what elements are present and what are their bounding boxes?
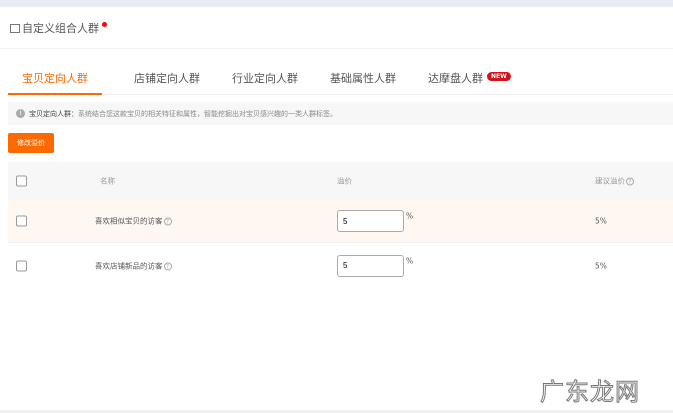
tab-industry-targeting[interactable]: 行业定向人群	[232, 66, 298, 95]
table-row: 喜欢店铺新品的访客? % 5%	[8, 244, 673, 287]
row-name: 喜欢店铺新品的访客?	[95, 260, 172, 271]
select-all-checkbox[interactable]	[16, 175, 27, 187]
tab-store-targeting[interactable]: 店铺定向人群	[134, 66, 200, 95]
help-icon[interactable]: ?	[163, 262, 172, 270]
watermark: 广东龙网	[540, 378, 640, 407]
header-premium: 溢价	[337, 176, 352, 186]
header-suggested: 建议溢价?	[595, 176, 634, 187]
tab-item-targeting[interactable]: 宝贝定向人群	[8, 66, 102, 95]
info-icon: i	[16, 109, 25, 118]
table-header: 名称 溢价 建议溢价?	[8, 162, 673, 200]
suggested-premium: 5%	[595, 261, 607, 270]
required-dot	[102, 21, 107, 27]
tab-bar: 宝贝定向人群 店铺定向人群 行业定向人群 基础属性人群 达摩盘人群 NEW	[8, 66, 673, 95]
page-title: 自定义组合人群	[10, 20, 107, 36]
row-name-text: 喜欢相似宝贝的访客	[95, 216, 163, 226]
premium-input[interactable]	[337, 254, 404, 277]
help-icon[interactable]: ?	[626, 177, 634, 186]
row-checkbox[interactable]	[16, 215, 27, 227]
table-row: 喜欢相似宝贝的访客? % 5%	[8, 200, 673, 243]
info-label: 宝贝定向人群：	[29, 109, 78, 118]
help-icon[interactable]: ?	[163, 217, 172, 226]
premium-input[interactable]	[337, 210, 404, 232]
info-bar: i 宝贝定向人群： 系统结合您这款宝贝的相关特征和属性，智能挖掘出对宝贝感兴趣的一类…	[8, 102, 673, 125]
info-text: 系统结合您这款宝贝的相关特征和属性，智能挖掘出对宝贝感兴趣的一类人群标签。	[78, 109, 337, 118]
top-bar	[0, 0, 673, 7]
percent-unit: %	[406, 256, 414, 265]
tab-label: 达摩盘人群	[428, 72, 483, 85]
tab-damopan[interactable]: 达摩盘人群 NEW	[428, 66, 511, 95]
header-suggested-text: 建议溢价	[595, 176, 625, 186]
row-checkbox[interactable]	[16, 260, 27, 271]
header-name: 名称	[100, 176, 115, 186]
group-icon	[10, 23, 20, 33]
divider	[0, 48, 673, 49]
suggested-premium: 5%	[595, 216, 607, 226]
modify-premium-button[interactable]: 修改溢价	[8, 133, 54, 153]
new-badge: NEW	[487, 72, 511, 81]
percent-unit: %	[406, 211, 414, 221]
title-text: 自定义组合人群	[22, 22, 99, 35]
row-name-text: 喜欢店铺新品的访客	[95, 261, 163, 270]
row-name: 喜欢相似宝贝的访客?	[95, 216, 172, 227]
tab-basic-attributes[interactable]: 基础属性人群	[330, 66, 396, 95]
